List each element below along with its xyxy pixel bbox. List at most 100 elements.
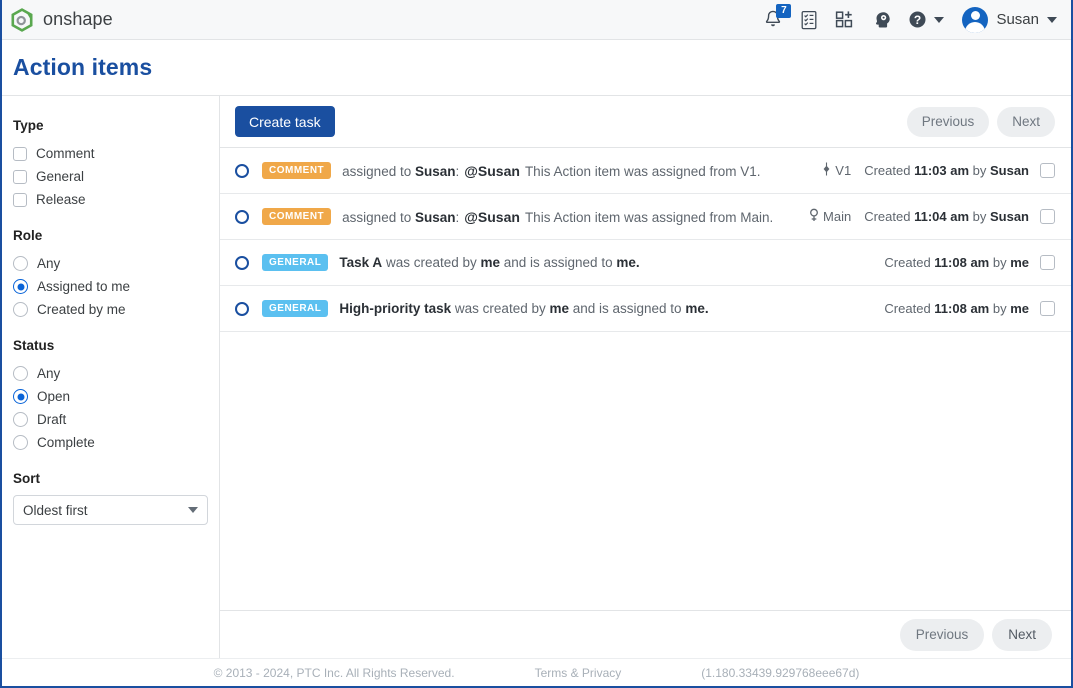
filter-title-type: Type [13, 118, 44, 133]
chevron-down-icon [934, 16, 945, 23]
created-by: Susan [989, 163, 1029, 178]
filter-option-general[interactable]: General [13, 165, 219, 188]
user-menu[interactable]: Susan [962, 6, 1057, 33]
filter-option-status-complete[interactable]: Complete [13, 431, 219, 454]
task-mid2: and is assigned to [568, 301, 686, 316]
task-meta: V1 Created 11:03 am by Susan [822, 162, 1055, 179]
created-time: 11:08 am [934, 301, 990, 316]
previous-button-bottom[interactable]: Previous [899, 618, 985, 651]
radio-status-any[interactable] [13, 366, 28, 381]
filter-option-role-any[interactable]: Any [13, 252, 219, 275]
filter-label-status-open: Open [37, 389, 71, 404]
status-badge: GENERAL [262, 254, 329, 271]
created-by: me [1010, 255, 1029, 270]
task-body: This Action item was assigned from Main. [524, 209, 774, 225]
task-assignee: Susan [414, 163, 456, 179]
main-content: Create task Previous Next COMMENT assign… [220, 96, 1071, 658]
task-assignee: me [616, 255, 636, 270]
checkbox-release[interactable] [13, 192, 27, 207]
radio-role-assigned-to-me[interactable] [13, 279, 28, 294]
task-source-label: Main [823, 209, 852, 224]
filters-sidebar: Type Comment General Release Role Any As… [2, 96, 220, 658]
task-creator: me [480, 255, 500, 270]
table-row[interactable]: GENERAL Task A was created by me and is … [220, 240, 1071, 286]
filter-option-release[interactable]: Release [13, 188, 219, 211]
filter-option-role-created-by-me[interactable]: Created by me [13, 298, 219, 321]
filter-option-status-draft[interactable]: Draft [13, 408, 219, 431]
brand-name: onshape [43, 9, 113, 29]
created-time: 11:08 am [934, 255, 990, 270]
filter-label-role-created-by-me: Created by me [37, 302, 126, 317]
next-button-top[interactable]: Next [997, 106, 1055, 137]
tasks-list-icon[interactable] [798, 9, 820, 31]
action-items-list: COMMENT assigned to Susan: @Susan This Act… [220, 148, 1071, 610]
table-row[interactable]: COMMENT assigned to Susan: @Susan This Act… [220, 194, 1071, 240]
svg-text:?: ? [914, 13, 921, 27]
row-checkbox[interactable] [1040, 301, 1055, 316]
sort-select[interactable]: Oldest first [13, 495, 208, 525]
table-row[interactable]: GENERAL High-priority task was created b… [220, 286, 1071, 332]
create-task-button[interactable]: Create task [235, 106, 335, 137]
bell-icon[interactable]: 7 [762, 3, 792, 31]
task-mention: @Susan [464, 208, 520, 225]
status-open-icon[interactable] [235, 301, 249, 316]
filter-label-role-any: Any [37, 256, 61, 271]
row-checkbox[interactable] [1040, 163, 1055, 178]
status-open-icon[interactable] [235, 163, 249, 178]
top-pagination: Previous Next [906, 106, 1055, 137]
next-button-bottom[interactable]: Next [992, 618, 1052, 651]
filter-label-status-draft: Draft [37, 412, 67, 427]
filter-title-status: Status [13, 338, 55, 353]
task-description: Task A was created by me and is assigned… [339, 255, 870, 270]
filter-option-status-any[interactable]: Any [13, 362, 219, 385]
created-by-prefix: by [989, 255, 1011, 270]
task-created: Created 11:08 am by me [884, 255, 1029, 270]
created-time: 11:03 am [914, 163, 970, 178]
radio-role-any[interactable] [13, 256, 28, 271]
filter-option-role-assigned-to-me[interactable]: Assigned to me [13, 275, 219, 298]
footer-terms-link[interactable]: Terms & Privacy [535, 666, 622, 680]
radio-status-open[interactable] [13, 389, 28, 404]
avatar [962, 6, 989, 33]
status-open-icon[interactable] [235, 209, 249, 224]
help-icon[interactable]: ? [906, 9, 928, 31]
task-source: Main [809, 208, 851, 225]
created-by-prefix: by [969, 163, 990, 178]
chevron-down-icon [1047, 16, 1057, 23]
radio-role-created-by-me[interactable] [13, 302, 28, 317]
task-body: This Action item was assigned from V1. [524, 163, 761, 179]
row-checkbox[interactable] [1040, 209, 1055, 224]
main-toolbar: Create task Previous Next [220, 96, 1071, 148]
radio-status-draft[interactable] [13, 412, 28, 427]
onshape-app-window: onshape 7 ? Susan Action items Type Comm… [0, 0, 1073, 688]
workspace-icon [809, 208, 819, 225]
app-grid-add-icon[interactable] [834, 9, 856, 31]
task-source: V1 [822, 162, 851, 179]
task-meta: Created 11:08 am by me [884, 255, 1055, 270]
learning-center-icon[interactable] [870, 9, 892, 31]
created-prefix: Created [864, 209, 915, 224]
chevron-down-icon [188, 507, 198, 513]
status-badge: COMMENT [262, 208, 332, 225]
created-time: 11:04 am [914, 209, 970, 224]
onshape-logo-icon [10, 7, 34, 32]
filter-title-role: Role [13, 228, 43, 243]
checkbox-comment[interactable] [13, 146, 27, 161]
page-header: Action items [2, 40, 1071, 96]
status-open-icon[interactable] [235, 255, 249, 270]
task-prefix: assigned to [342, 209, 415, 225]
help-menu[interactable]: ? [906, 9, 945, 31]
checkbox-general[interactable] [13, 169, 27, 184]
radio-status-complete[interactable] [13, 435, 28, 450]
previous-button-top[interactable]: Previous [906, 106, 990, 137]
row-checkbox[interactable] [1040, 255, 1055, 270]
task-prefix: assigned to [342, 163, 415, 179]
filter-option-comment[interactable]: Comment [13, 142, 219, 165]
filter-label-release: Release [36, 192, 86, 207]
filter-option-status-open[interactable]: Open [13, 385, 219, 408]
table-row[interactable]: COMMENT assigned to Susan: @Susan This Act… [220, 148, 1071, 194]
brand-home-link[interactable]: onshape [10, 7, 113, 32]
filter-group-type: Type Comment General Release [13, 118, 219, 211]
filter-label-general: General [36, 169, 85, 184]
bottom-pagination: Previous Next [220, 610, 1071, 658]
